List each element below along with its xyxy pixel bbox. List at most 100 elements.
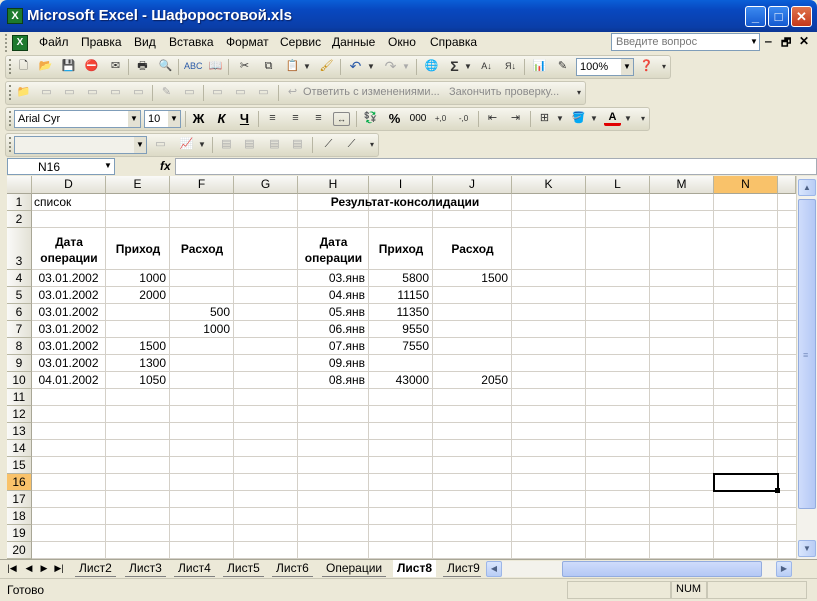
cell-D3[interactable]: Дата операции: [32, 234, 106, 266]
document-icon[interactable]: X: [12, 35, 28, 51]
autosum-icon[interactable]: Σ: [446, 58, 463, 75]
menu-window[interactable]: Окно: [388, 35, 416, 49]
merge-center-icon[interactable]: ↔: [333, 112, 350, 126]
align-left-icon[interactable]: ≡: [264, 110, 281, 127]
fill-color-icon[interactable]: 🪣: [570, 110, 587, 127]
row-header[interactable]: 2: [7, 211, 32, 228]
table-icon-4[interactable]: ▤: [289, 136, 306, 153]
fill-color-dropdown-icon[interactable]: ▼: [589, 110, 599, 127]
table-icon-1[interactable]: ▤: [218, 136, 235, 153]
review-send-icon[interactable]: ▭: [255, 84, 272, 101]
spelling-icon[interactable]: ABC: [184, 58, 203, 75]
cell-H1[interactable]: Результат-консолидации: [298, 194, 512, 210]
undo-icon[interactable]: ↶: [347, 58, 364, 75]
row-header[interactable]: 8: [7, 338, 32, 355]
toolbar-options-icon[interactable]: ▾: [659, 58, 669, 75]
worksheet-grid[interactable]: D E F G H I J K L M N 1 2 3 4 5 6 7 8 9 10 11 12 13 1…: [7, 176, 796, 559]
right-date-cell[interactable]: 05.янв: [298, 304, 365, 320]
print-icon[interactable]: 🖶: [134, 58, 151, 75]
font-name-combo[interactable]: Arial Cyr: [14, 110, 129, 128]
review-compare-icon[interactable]: ▭: [232, 84, 249, 101]
sheet-tab-list2[interactable]: Лист2: [75, 560, 116, 577]
review-ink-icon[interactable]: ✎: [158, 84, 175, 101]
align-center-icon[interactable]: ≡: [287, 110, 304, 127]
right-income-cell[interactable]: 11150: [369, 287, 429, 303]
paste-dropdown-icon[interactable]: ▼: [302, 58, 312, 75]
scroll-up-icon[interactable]: ▲: [798, 179, 816, 196]
row-header[interactable]: 14: [7, 440, 32, 457]
formula-input[interactable]: [175, 158, 817, 175]
arrow-icon[interactable]: ⟋: [343, 136, 360, 153]
help-search-input[interactable]: Введите вопрос: [611, 33, 760, 51]
sheet-tab-list5[interactable]: Лист5: [223, 560, 264, 577]
font-color-icon[interactable]: A: [604, 110, 621, 126]
help-icon[interactable]: ❓: [638, 58, 655, 75]
cell-E3[interactable]: Приход: [106, 241, 170, 257]
sort-ascending-icon[interactable]: А↓: [478, 58, 495, 75]
chart-type-dropdown-icon[interactable]: ▼: [197, 136, 207, 153]
font-color-dropdown-icon[interactable]: ▼: [623, 110, 633, 127]
borders-dropdown-icon[interactable]: ▼: [555, 110, 565, 127]
name-box[interactable]: N16: [7, 158, 115, 175]
italic-button[interactable]: К: [213, 110, 230, 127]
font-name-dropdown-icon[interactable]: ▼: [128, 110, 141, 128]
tab-prev-icon[interactable]: ◀: [23, 563, 35, 574]
end-review-button[interactable]: Закончить проверку...: [449, 86, 559, 98]
toolbar-grip[interactable]: [9, 59, 12, 74]
review-highlight-icon[interactable]: ▭: [181, 84, 198, 101]
doc-close-button[interactable]: ✕: [799, 34, 809, 48]
thousands-separator-button[interactable]: 000: [407, 110, 429, 127]
underline-button[interactable]: Ч: [236, 110, 253, 127]
zoom-combo[interactable]: 100%: [576, 58, 622, 76]
sheet-tab-list3[interactable]: Лист3: [125, 560, 166, 577]
right-date-cell[interactable]: 06.янв: [298, 321, 365, 337]
fx-icon[interactable]: fx: [160, 159, 171, 173]
research-icon[interactable]: 📖: [207, 58, 224, 75]
left-date-cell[interactable]: 03.01.2002: [32, 287, 105, 303]
print-preview-icon[interactable]: 🔍: [157, 58, 174, 75]
email-icon[interactable]: ✉: [107, 58, 124, 75]
right-date-cell[interactable]: 03.янв: [298, 270, 365, 286]
right-income-cell[interactable]: 7550: [369, 338, 429, 354]
font-size-dropdown-icon[interactable]: ▼: [168, 110, 181, 128]
left-date-cell[interactable]: 03.01.2002: [32, 304, 105, 320]
bold-button[interactable]: Ж: [190, 110, 207, 127]
left-date-cell[interactable]: 03.01.2002: [32, 355, 105, 371]
toolbar-options-icon[interactable]: ▾: [574, 84, 584, 101]
row-header-selected[interactable]: 16: [7, 474, 32, 491]
row-header[interactable]: 12: [7, 406, 32, 423]
close-button[interactable]: ✕: [791, 6, 812, 27]
cell-F3[interactable]: Расход: [170, 241, 234, 257]
row-header[interactable]: 5: [7, 287, 32, 304]
left-income-cell[interactable]: 1300: [106, 355, 166, 371]
column-header[interactable]: I: [369, 176, 433, 194]
right-income-cell[interactable]: 9550: [369, 321, 429, 337]
tab-last-icon[interactable]: ▶|: [53, 563, 65, 574]
name-box-dropdown-icon[interactable]: ▼: [104, 161, 112, 170]
increase-decimal-icon[interactable]: +,0: [432, 110, 449, 127]
right-expense-cell[interactable]: 1500: [433, 270, 508, 286]
row-header[interactable]: 18: [7, 508, 32, 525]
column-header-selected[interactable]: N: [714, 176, 778, 194]
left-income-cell[interactable]: 2000: [106, 287, 166, 303]
left-date-cell[interactable]: 03.01.2002: [32, 321, 105, 337]
left-date-cell[interactable]: 04.01.2002: [32, 372, 105, 388]
help-dropdown-icon[interactable]: ▼: [748, 33, 760, 51]
row-header[interactable]: 1: [7, 194, 32, 211]
column-header[interactable]: M: [650, 176, 714, 194]
column-header-partial[interactable]: [778, 176, 796, 194]
protect-icon[interactable]: ▭: [152, 136, 169, 153]
left-date-cell[interactable]: 03.01.2002: [32, 338, 105, 354]
row-header[interactable]: 3: [7, 228, 32, 270]
review-show-icon[interactable]: ▭: [107, 84, 124, 101]
right-income-cell[interactable]: 5800: [369, 270, 429, 286]
doc-restore-button[interactable]: 🗗: [781, 34, 791, 53]
excel-app-icon[interactable]: X: [7, 8, 23, 24]
fill-handle[interactable]: [775, 488, 780, 493]
menu-file[interactable]: Файл: [39, 35, 69, 49]
drawing-icon[interactable]: ✎: [554, 58, 571, 75]
left-expense-cell[interactable]: 500: [170, 304, 230, 320]
row-header[interactable]: 6: [7, 304, 32, 321]
increase-indent-icon[interactable]: ⇥: [507, 110, 524, 127]
percent-button[interactable]: %: [386, 110, 403, 127]
